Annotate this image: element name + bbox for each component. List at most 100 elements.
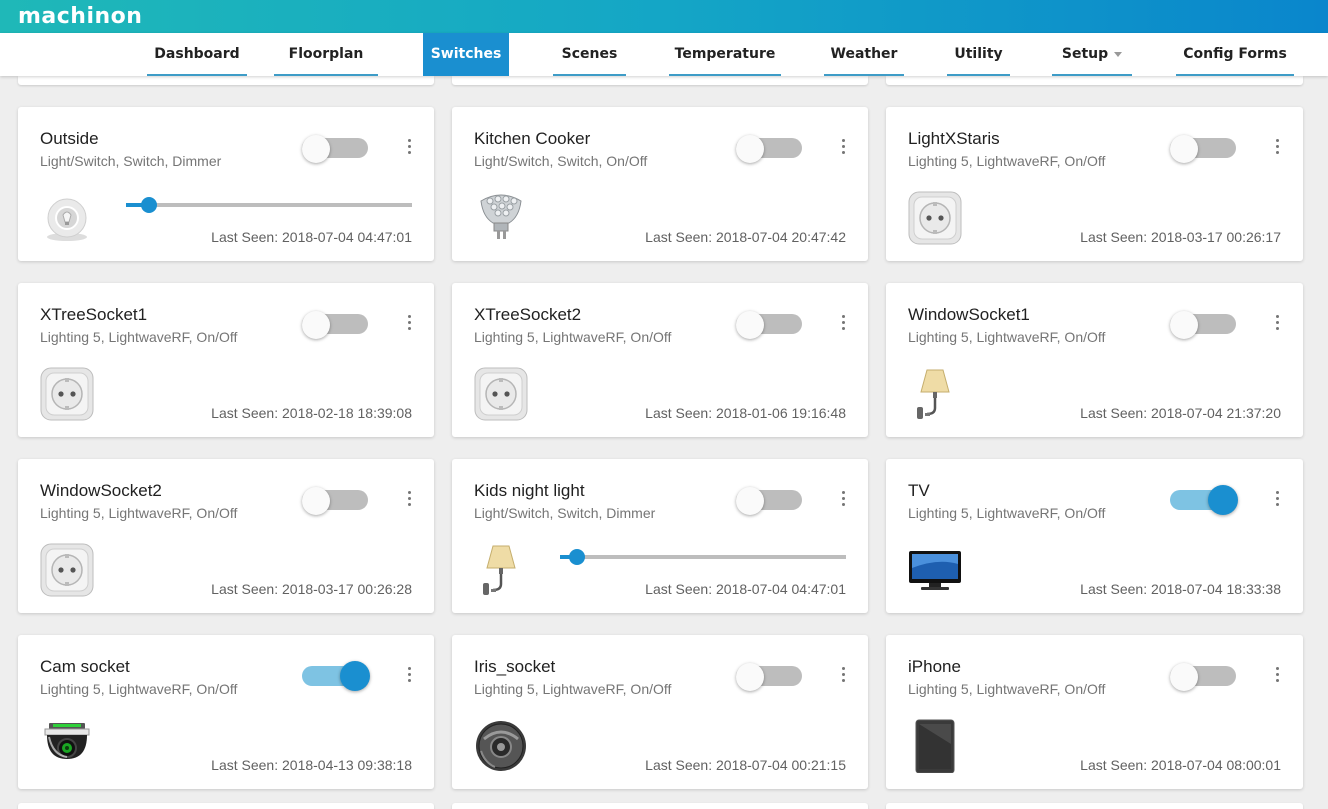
device-type: Light/Switch, Switch, Dimmer (474, 505, 656, 521)
dimmer-slider[interactable] (560, 549, 846, 565)
last-seen: Last Seen: 2018-03-17 00:26:28 (211, 581, 412, 597)
speaker-icon[interactable] (474, 719, 528, 773)
device-type: Lighting 5, LightwaveRF, On/Off (908, 505, 1106, 521)
toggle-knob[interactable] (736, 487, 764, 515)
more-vert-icon[interactable] (1274, 491, 1282, 507)
device-toggle[interactable] (1170, 311, 1236, 339)
toggle-knob[interactable] (302, 135, 330, 163)
toggle-knob[interactable] (302, 311, 330, 339)
device-card: XTreeSocket2 Lighting 5, LightwaveRF, On/… (452, 283, 868, 437)
more-vert-icon[interactable] (840, 491, 848, 507)
nav-weather[interactable]: Weather (824, 33, 904, 76)
nav-label: Utility (954, 46, 1003, 62)
last-seen: Last Seen: 2018-04-13 09:38:18 (211, 757, 412, 773)
tablet-icon[interactable] (908, 719, 962, 774)
wall-lamp-icon[interactable] (474, 543, 528, 597)
device-toggle[interactable] (736, 663, 802, 691)
last-seen: Last Seen: 2018-03-17 00:26:17 (1080, 229, 1281, 245)
last-seen: Last Seen: 2018-07-04 20:47:42 (645, 229, 846, 245)
device-toggle[interactable] (302, 661, 370, 691)
card-partial-top (452, 76, 868, 85)
nav-label: Setup (1061, 46, 1109, 62)
more-vert-icon[interactable] (406, 315, 414, 331)
device-type: Lighting 5, LightwaveRF, On/Off (40, 681, 238, 697)
last-seen: Last Seen: 2018-02-18 18:39:08 (211, 405, 412, 421)
more-vert-icon[interactable] (1274, 139, 1282, 155)
nav-dashboard[interactable]: Dashboard (147, 33, 247, 76)
slider-rail (126, 203, 412, 207)
device-name: XTreeSocket2 (474, 305, 582, 324)
device-toggle[interactable] (302, 135, 368, 163)
device-type: Lighting 5, LightwaveRF, On/Off (908, 153, 1106, 169)
slider-thumb[interactable] (569, 549, 586, 565)
nav-utility[interactable]: Utility (947, 33, 1010, 76)
nav-config-forms[interactable]: Config Forms (1176, 33, 1294, 76)
device-toggle[interactable] (302, 487, 368, 515)
nav-label: Scenes (561, 46, 618, 62)
more-vert-icon[interactable] (840, 667, 848, 683)
toggle-knob[interactable] (1170, 663, 1198, 691)
last-seen: Last Seen: 2018-07-04 21:37:20 (1080, 405, 1281, 421)
device-card: WindowSocket2 Lighting 5, LightwaveRF, On… (18, 459, 434, 613)
more-vert-icon[interactable] (840, 139, 848, 155)
dimmer-slider[interactable] (126, 197, 412, 213)
more-vert-icon[interactable] (1274, 667, 1282, 683)
device-toggle[interactable] (736, 487, 802, 515)
device-toggle[interactable] (736, 311, 802, 339)
nav-temperature[interactable]: Temperature (669, 33, 781, 76)
more-vert-icon[interactable] (840, 315, 848, 331)
toggle-knob[interactable] (302, 487, 330, 515)
device-toggle[interactable] (1170, 485, 1238, 515)
last-seen: Last Seen: 2018-07-04 04:47:01 (645, 581, 846, 597)
nav-setup[interactable]: Setup (1052, 33, 1132, 76)
tv-icon[interactable] (908, 543, 962, 597)
wall-lamp-icon[interactable] (908, 367, 962, 421)
device-type: Lighting 5, LightwaveRF, On/Off (908, 329, 1106, 345)
device-card: iPhone Lighting 5, LightwaveRF, On/Off Las… (886, 635, 1303, 789)
slider-thumb[interactable] (140, 197, 157, 213)
device-name: LightXStaris (908, 129, 1000, 148)
device-card: LightXStaris Lighting 5, LightwaveRF, On/… (886, 107, 1303, 261)
card-partial-bottom (18, 803, 434, 809)
toggle-knob[interactable] (1170, 311, 1198, 339)
card-partial-top (18, 76, 434, 85)
main-nav: Dashboard Floorplan Switches Scenes Temp… (0, 33, 1328, 76)
nav-label: Floorplan (288, 46, 364, 62)
device-type: Light/Switch, Switch, Dimmer (40, 153, 222, 169)
device-toggle[interactable] (736, 135, 802, 163)
device-type: Lighting 5, LightwaveRF, On/Off (40, 505, 238, 521)
device-toggle[interactable] (1170, 135, 1236, 163)
device-toggle[interactable] (302, 311, 368, 339)
led-bulb-icon[interactable] (474, 191, 528, 245)
nav-floorplan[interactable]: Floorplan (274, 33, 378, 76)
device-card: WindowSocket1 Lighting 5, LightwaveRF, On… (886, 283, 1303, 437)
device-toggle[interactable] (1170, 663, 1236, 691)
last-seen: Last Seen: 2018-07-04 04:47:01 (211, 229, 412, 245)
device-card: Outside Light/Switch, Switch, Dimmer Last … (18, 107, 434, 261)
device-name: TV (908, 481, 930, 500)
app-logo[interactable]: machinon (18, 3, 142, 30)
device-card: Kids night light Light/Switch, Switch, Di… (452, 459, 868, 613)
device-name: XTreeSocket1 (40, 305, 148, 324)
more-vert-icon[interactable] (406, 667, 414, 683)
toggle-knob[interactable] (736, 135, 764, 163)
nav-label: Dashboard (154, 46, 240, 62)
toggle-knob[interactable] (736, 311, 764, 339)
toggle-knob[interactable] (736, 663, 764, 691)
more-vert-icon[interactable] (1274, 315, 1282, 331)
socket-icon[interactable] (474, 367, 528, 421)
device-name: Kids night light (474, 481, 585, 500)
toggle-knob[interactable] (1170, 135, 1198, 163)
toggle-knob[interactable] (340, 661, 370, 691)
socket-icon[interactable] (908, 191, 962, 245)
nav-switches[interactable]: Switches (423, 33, 509, 76)
bulb-icon[interactable] (40, 191, 94, 245)
more-vert-icon[interactable] (406, 139, 414, 155)
socket-icon[interactable] (40, 367, 94, 421)
socket-icon[interactable] (40, 543, 94, 597)
more-vert-icon[interactable] (406, 491, 414, 507)
camera-icon[interactable] (40, 719, 94, 773)
device-name: WindowSocket2 (40, 481, 162, 500)
toggle-knob[interactable] (1208, 485, 1238, 515)
nav-scenes[interactable]: Scenes (553, 33, 626, 76)
